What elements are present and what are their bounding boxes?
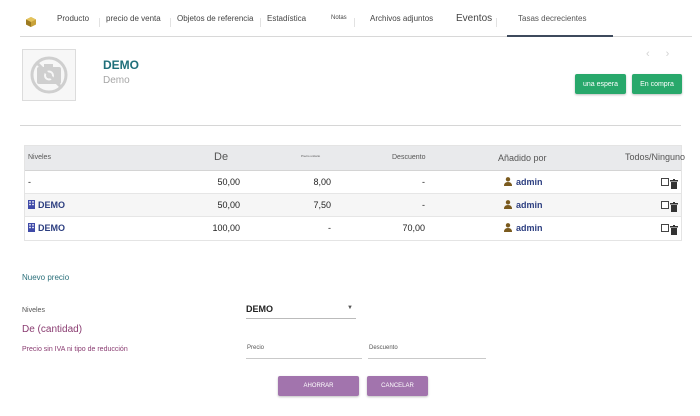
- status-wait-button[interactable]: una espera: [575, 74, 626, 94]
- header-divider: [20, 125, 681, 126]
- table-row: DEMO 100,00 - 70,00 admin: [25, 217, 681, 240]
- row-user[interactable]: admin: [516, 200, 543, 210]
- product-cube-icon: [26, 14, 36, 27]
- row-discount: -: [422, 177, 425, 187]
- header-discount[interactable]: Descuento: [392, 154, 425, 161]
- header-added-by[interactable]: Añadido por: [498, 153, 547, 163]
- table-header: Niveles De Precio unitario Descuento Aña…: [25, 146, 685, 171]
- save-button[interactable]: AHORRAR: [278, 376, 359, 396]
- trash-icon[interactable]: [670, 176, 678, 194]
- tab-separator: [99, 18, 100, 27]
- row-from: 50,00: [217, 200, 240, 210]
- price-input-placeholder: Precio: [247, 345, 265, 351]
- active-tab-indicator: [507, 35, 613, 37]
- row-user[interactable]: admin: [516, 223, 543, 233]
- user-icon: [504, 177, 512, 188]
- decreasing-prices-table: Niveles De Precio unitario Descuento Aña…: [24, 145, 685, 241]
- row-user-cell: admin: [504, 177, 543, 188]
- product-ref: DEMO: [103, 58, 139, 72]
- row-level-cell: DEMO: [28, 200, 65, 211]
- levels-label: Niveles: [22, 307, 45, 314]
- quantity-label: De (cantidad): [22, 324, 83, 335]
- row-select-checkbox[interactable]: [661, 178, 669, 186]
- row-select-checkbox[interactable]: [661, 201, 669, 209]
- row-price: 8,00: [313, 177, 331, 187]
- new-price-title: Nuevo precio: [22, 273, 70, 282]
- status-buy-button[interactable]: En compra: [632, 74, 682, 94]
- row-price: 7,50: [313, 200, 331, 210]
- header-levels[interactable]: Niveles: [28, 154, 51, 161]
- row-discount: 70,00: [402, 223, 425, 233]
- chevron-down-icon: ▼: [347, 305, 353, 311]
- building-icon: [28, 200, 35, 211]
- discount-input[interactable]: Descuento: [368, 341, 486, 359]
- tab-producto[interactable]: Producto: [57, 14, 89, 23]
- row-level[interactable]: DEMO: [38, 200, 65, 210]
- header-all-none[interactable]: Todos/Ninguno: [625, 152, 685, 162]
- cancel-button[interactable]: CANCELAR: [367, 376, 428, 396]
- price-no-tax-label: Precio sin IVA ni tipo de reducción: [22, 346, 128, 353]
- discount-input-placeholder: Descuento: [369, 345, 398, 351]
- tab-separator: [496, 18, 497, 27]
- row-discount: -: [422, 200, 425, 210]
- row-user-cell: admin: [504, 223, 543, 234]
- tab-estadistica[interactable]: Estadística: [267, 14, 306, 23]
- previous-record-arrow-icon[interactable]: ‹: [646, 48, 666, 60]
- tab-separator: [260, 18, 261, 27]
- user-icon: [504, 200, 512, 211]
- row-level: -: [28, 177, 31, 187]
- tab-tasas-decrecientes[interactable]: Tasas decrecientes: [518, 14, 586, 23]
- building-icon: [28, 223, 35, 234]
- tab-precio-venta[interactable]: precio de venta: [106, 14, 161, 23]
- trash-icon[interactable]: [670, 199, 678, 217]
- row-select-checkbox[interactable]: [661, 224, 669, 232]
- row-level-cell: DEMO: [28, 223, 65, 234]
- next-record-arrow-icon[interactable]: ›: [666, 48, 686, 60]
- tab-separator: [170, 18, 171, 27]
- tab-bar: Producto precio de venta Objetos de refe…: [20, 0, 692, 37]
- row-from: 50,00: [217, 177, 240, 187]
- row-user-cell: admin: [504, 200, 543, 211]
- row-from: 100,00: [212, 223, 240, 233]
- tab-objetos-referencia[interactable]: Objetos de referencia: [177, 14, 254, 23]
- table-row: DEMO 50,00 7,50 - admin: [25, 194, 681, 217]
- row-user[interactable]: admin: [516, 177, 543, 187]
- user-icon: [504, 223, 512, 234]
- tab-notas[interactable]: Notas: [331, 15, 347, 21]
- tab-separator: [354, 18, 355, 27]
- row-level[interactable]: DEMO: [38, 223, 65, 233]
- table-row: - 50,00 8,00 - admin: [25, 171, 681, 194]
- levels-select[interactable]: DEMO ▼: [246, 304, 356, 319]
- product-label: Demo: [103, 75, 130, 86]
- tab-eventos[interactable]: Eventos: [456, 13, 492, 24]
- row-price: -: [328, 223, 331, 233]
- levels-select-value: DEMO: [246, 304, 273, 314]
- no-photo-icon: [22, 49, 76, 101]
- record-navigation: ‹›: [646, 48, 685, 60]
- header-price[interactable]: Precio unitario: [301, 154, 320, 158]
- header-from[interactable]: De: [214, 151, 228, 163]
- tab-archivos-adjuntos[interactable]: Archivos adjuntos: [370, 14, 433, 23]
- trash-icon[interactable]: [670, 222, 678, 240]
- price-input[interactable]: Precio: [246, 341, 362, 359]
